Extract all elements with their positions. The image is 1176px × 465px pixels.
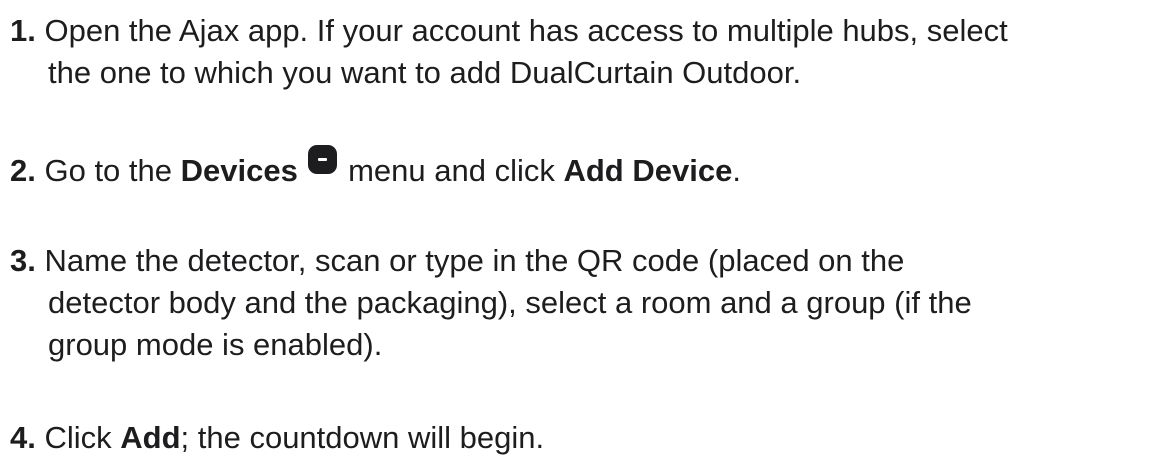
step-3-text-line-2: detector body and the packaging), select…	[48, 285, 972, 320]
step-3-text-line-3: group mode is enabled).	[48, 327, 383, 362]
devices-icon	[308, 145, 338, 174]
step-2-text-c: .	[732, 153, 741, 188]
step-1-text-line-1: Open the Ajax app. If your account has a…	[35, 13, 1008, 48]
step-1-text-line-2: the one to which you want to add DualCur…	[48, 55, 802, 90]
step-4-line: 4. Click Add; the countdown will begin.	[10, 417, 1168, 459]
step-1-line-1: 1. Open the Ajax app. If your account ha…	[10, 10, 1168, 52]
add-label: Add	[120, 420, 181, 455]
step-1-number: 1.	[10, 13, 36, 48]
instruction-steps: 1. Open the Ajax app. If your account ha…	[0, 0, 1176, 465]
step-2-text-a: Go to the	[35, 153, 181, 188]
step-2-line: 2. Go to the Devices menu and click Add …	[10, 145, 1168, 192]
step-3-text-line-1: Name the detector, scan or type in the Q…	[35, 243, 905, 278]
step-4-text-b: ; the countdown will begin.	[180, 420, 545, 455]
step-3-number: 3.	[10, 243, 36, 278]
step-2-text-b: menu and click	[339, 153, 564, 188]
add-device-label: Add Device	[563, 153, 733, 188]
step-1: 1. Open the Ajax app. If your account ha…	[10, 10, 1168, 94]
step-3-line-1: 3. Name the detector, scan or type in th…	[10, 240, 1168, 282]
step-4-number: 4.	[10, 420, 36, 455]
step-3: 3. Name the detector, scan or type in th…	[10, 240, 1168, 366]
step-4-text-a: Click	[35, 420, 121, 455]
step-4: 4. Click Add; the countdown will begin.	[10, 417, 1168, 459]
devices-menu-label: Devices	[180, 153, 298, 188]
step-2: 2. Go to the Devices menu and click Add …	[10, 145, 1168, 192]
step-2-number: 2.	[10, 153, 36, 188]
